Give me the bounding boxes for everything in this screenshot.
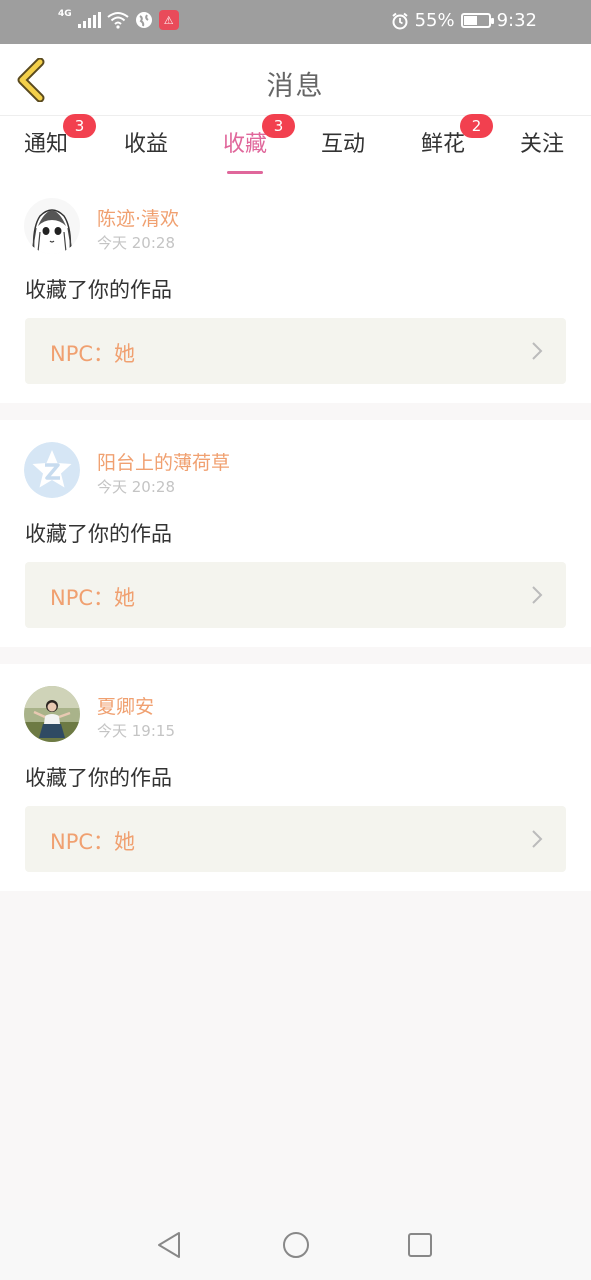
app-notification-icon: ⚠ xyxy=(158,10,179,30)
tab-label: 互动 xyxy=(321,132,366,157)
tab-notifications[interactable]: 通知 3 xyxy=(24,114,97,158)
chevron-right-icon xyxy=(532,342,543,360)
action-text: 收藏了你的作品 xyxy=(25,766,172,790)
avatar[interactable] xyxy=(24,686,80,742)
list-item: 阳台上的薄荷草 今天 20:28 收藏了你的作品 NPC：她 xyxy=(0,420,591,647)
work-link[interactable]: NPC：她 xyxy=(25,318,566,384)
username[interactable]: 陈迹·清欢 xyxy=(97,204,179,231)
work-title: NPC：她 xyxy=(50,586,136,610)
battery-icon xyxy=(460,13,494,28)
network-type: 4G xyxy=(58,9,72,19)
active-tab-indicator xyxy=(227,171,264,174)
signal-icon xyxy=(77,12,101,28)
tab-label: 关注 xyxy=(520,132,565,157)
unread-badge: 2 xyxy=(460,114,494,138)
avatar[interactable] xyxy=(24,442,80,498)
triangle-back-icon xyxy=(158,1232,180,1258)
work-title: NPC：她 xyxy=(50,830,136,854)
avatar[interactable] xyxy=(24,198,80,254)
list-item: 夏卿安 今天 19:15 收藏了你的作品 NPC：她 xyxy=(0,664,591,891)
unread-badge: 3 xyxy=(63,114,97,138)
username[interactable]: 夏卿安 xyxy=(97,692,154,719)
list-item: 陈迹·清欢 今天 20:28 收藏了你的作品 NPC：她 xyxy=(0,176,591,403)
work-link[interactable]: NPC：她 xyxy=(25,806,566,872)
clock: 9:32 xyxy=(496,10,537,31)
tab-label: 收藏 xyxy=(223,132,268,157)
timestamp: 今天 19:15 xyxy=(97,722,175,740)
page-title: 消息 xyxy=(266,71,325,102)
action-text: 收藏了你的作品 xyxy=(25,522,172,546)
tab-label: 鲜花 xyxy=(421,132,466,157)
chevron-right-icon xyxy=(532,586,543,604)
tab-label: 收益 xyxy=(124,132,169,157)
tab-label: 通知 xyxy=(24,132,69,157)
app-header: 消息 xyxy=(0,44,591,116)
nav-back-button[interactable] xyxy=(156,1230,182,1264)
tab-favorites[interactable]: 收藏 3 xyxy=(223,114,296,174)
battery-percent: 55% xyxy=(414,10,455,31)
username[interactable]: 阳台上的薄荷草 xyxy=(97,448,230,475)
tab-flowers[interactable]: 鲜花 2 xyxy=(421,114,494,158)
battery-level-fill xyxy=(463,16,477,25)
alarm-icon xyxy=(391,12,409,30)
default-star-avatar-icon xyxy=(24,442,80,498)
tab-following[interactable]: 关注 xyxy=(520,126,564,158)
tab-earnings[interactable]: 收益 xyxy=(124,126,168,158)
work-title: NPC：她 xyxy=(50,342,136,366)
favorites-feed: 陈迹·清欢 今天 20:28 收藏了你的作品 NPC：她 阳台上的薄荷草 今天 … xyxy=(0,176,591,908)
nav-home-button[interactable] xyxy=(281,1230,311,1264)
action-text: 收藏了你的作品 xyxy=(25,278,172,302)
nav-recents-button[interactable] xyxy=(406,1230,434,1264)
timestamp: 今天 20:28 xyxy=(97,234,175,252)
unread-badge: 3 xyxy=(262,114,296,138)
chevron-right-icon xyxy=(532,830,543,848)
circle-home-icon xyxy=(283,1232,309,1258)
status-bar: 4G ⚠ 55% 9:32 xyxy=(0,0,591,44)
wifi-icon xyxy=(107,11,129,29)
tab-interactions[interactable]: 互动 xyxy=(321,126,365,158)
globe-icon xyxy=(135,11,153,29)
square-recents-icon xyxy=(408,1233,432,1257)
system-nav-bar xyxy=(0,1210,591,1280)
message-tabs: 通知 3 收益 收藏 3 互动 鲜花 2 关注 xyxy=(0,114,591,176)
work-link[interactable]: NPC：她 xyxy=(25,562,566,628)
timestamp: 今天 20:28 xyxy=(97,478,175,496)
anime-sketch-avatar-icon xyxy=(24,198,80,254)
photo-girl-avatar-icon xyxy=(24,686,80,742)
